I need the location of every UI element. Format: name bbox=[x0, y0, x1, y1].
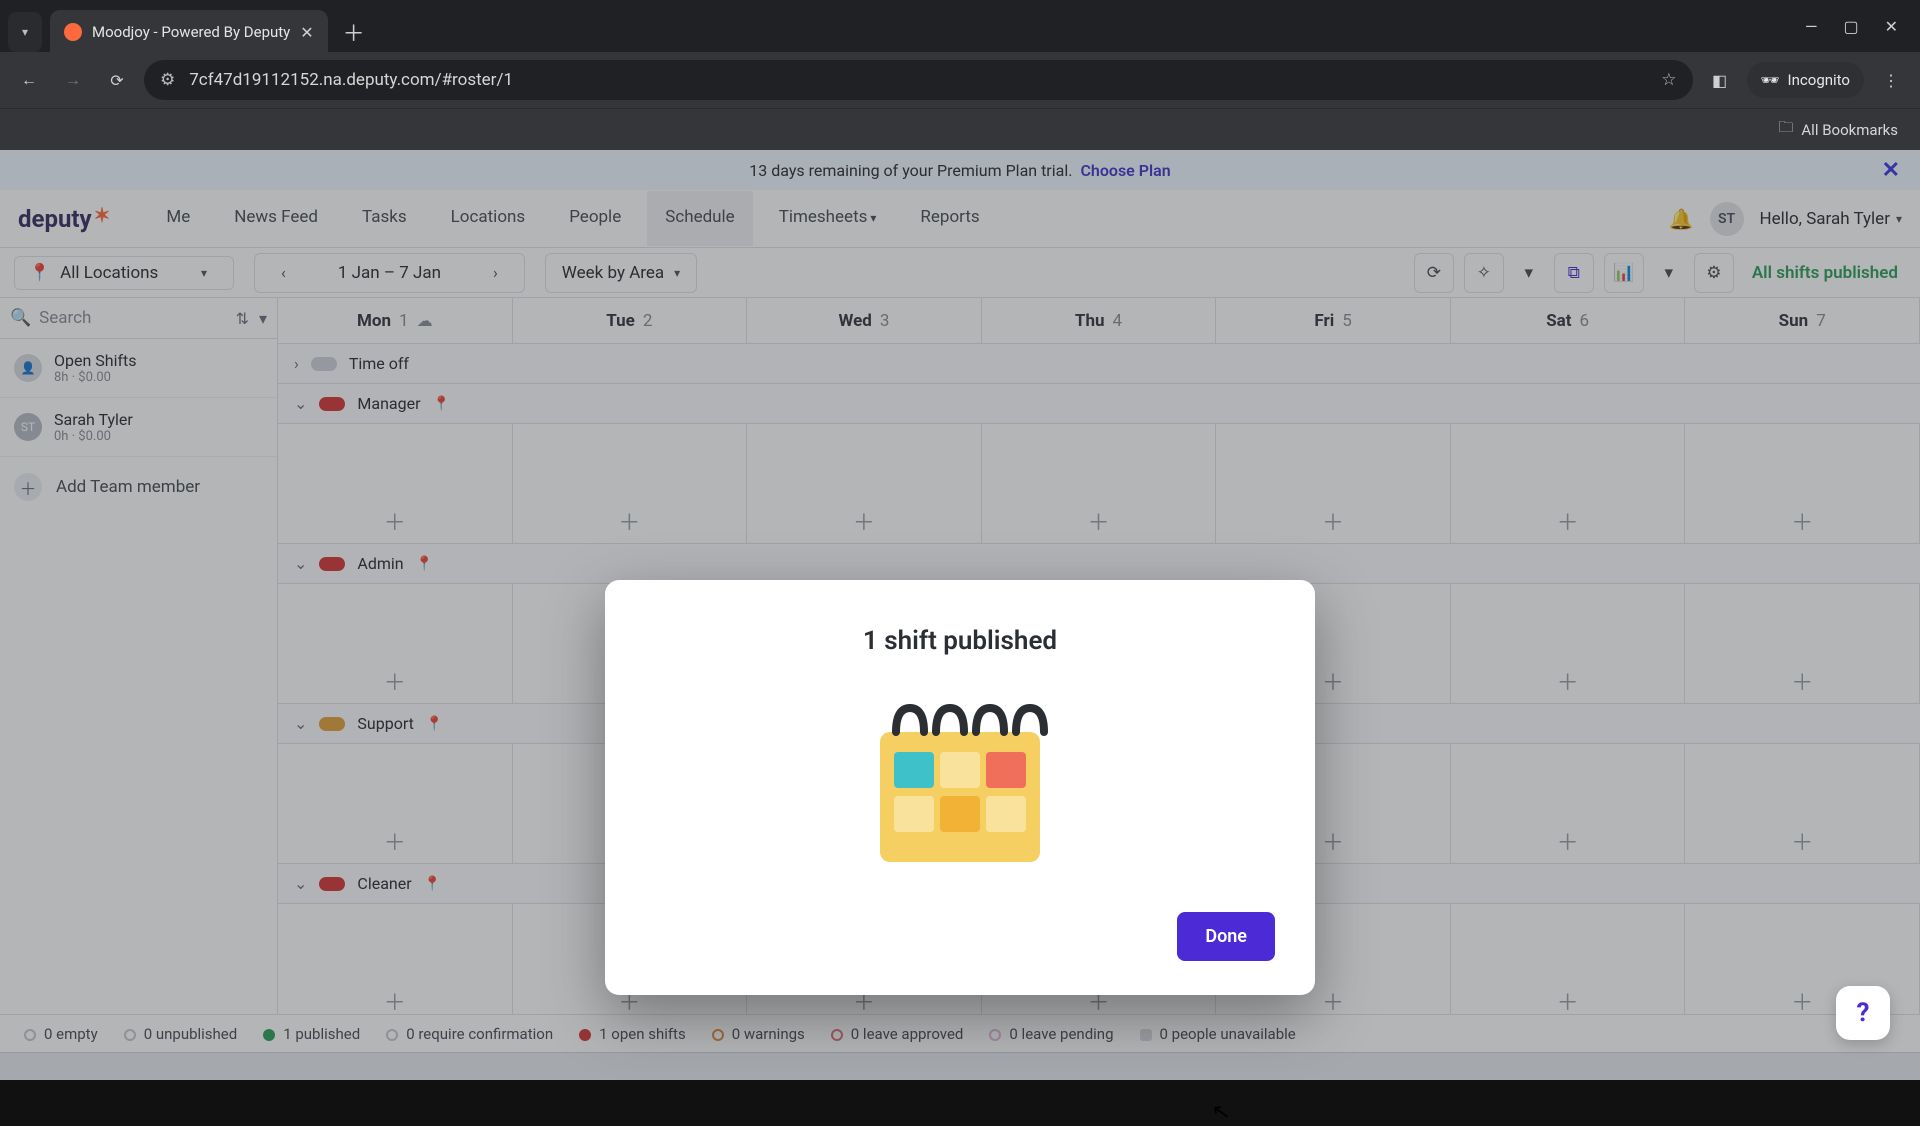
app-root: 13 days remaining of your Premium Plan t… bbox=[0, 150, 1920, 1080]
chrome-menu-icon[interactable]: ⋮ bbox=[1874, 63, 1908, 97]
mouse-cursor-icon: ↖ bbox=[1210, 1099, 1232, 1126]
favicon-icon bbox=[64, 23, 82, 41]
all-bookmarks-button[interactable]: 🗀 All Bookmarks bbox=[1778, 117, 1898, 142]
browser-titlebar: ▾ Moodjoy - Powered By Deputy ✕ ＋ — ▢ ✕ bbox=[0, 0, 1920, 52]
maximize-icon[interactable]: ▢ bbox=[1843, 17, 1858, 36]
help-fab[interactable]: ? bbox=[1836, 986, 1890, 1040]
window-controls: — ▢ ✕ bbox=[1783, 0, 1920, 52]
bookmark-star-icon[interactable]: ☆ bbox=[1661, 70, 1676, 90]
address-bar[interactable]: ⚙ 7cf47d19112152.na.deputy.com/#roster/1… bbox=[144, 60, 1693, 100]
bookmarks-label: All Bookmarks bbox=[1801, 121, 1898, 139]
back-button[interactable]: ← bbox=[12, 63, 46, 97]
bookmarks-bar: 🗀 All Bookmarks bbox=[0, 108, 1920, 150]
reload-button[interactable]: ⟳ bbox=[100, 63, 134, 97]
browser-chrome: ▾ Moodjoy - Powered By Deputy ✕ ＋ — ▢ ✕ … bbox=[0, 0, 1920, 150]
incognito-indicator[interactable]: 🕶 Incognito bbox=[1747, 62, 1865, 98]
browser-toolbar: ← → ⟳ ⚙ 7cf47d19112152.na.deputy.com/#ro… bbox=[0, 52, 1920, 108]
tab-title: Moodjoy - Powered By Deputy bbox=[92, 23, 290, 41]
done-button[interactable]: Done bbox=[1177, 912, 1275, 961]
url-text: 7cf47d19112152.na.deputy.com/#roster/1 bbox=[189, 70, 513, 90]
tab-list-dropdown[interactable]: ▾ bbox=[8, 12, 42, 52]
close-tab-icon[interactable]: ✕ bbox=[300, 23, 313, 42]
forward-button[interactable]: → bbox=[56, 63, 90, 97]
calendar-illustration-icon bbox=[860, 692, 1060, 872]
incognito-icon: 🕶 bbox=[1761, 71, 1780, 89]
new-tab-button[interactable]: ＋ bbox=[338, 16, 370, 48]
publish-confirmation-modal: 1 shift published Done bbox=[605, 580, 1315, 995]
modal-title: 1 shift published bbox=[645, 626, 1275, 656]
side-panel-icon[interactable]: ◧ bbox=[1703, 63, 1737, 97]
incognito-label: Incognito bbox=[1788, 71, 1850, 89]
folder-icon: 🗀 bbox=[1778, 117, 1793, 142]
minimize-icon[interactable]: — bbox=[1805, 17, 1818, 36]
browser-tab[interactable]: Moodjoy - Powered By Deputy ✕ bbox=[50, 10, 328, 54]
tab-strip: ▾ Moodjoy - Powered By Deputy ✕ ＋ bbox=[0, 0, 1783, 52]
site-settings-icon[interactable]: ⚙ bbox=[160, 70, 175, 90]
close-window-icon[interactable]: ✕ bbox=[1885, 17, 1898, 36]
